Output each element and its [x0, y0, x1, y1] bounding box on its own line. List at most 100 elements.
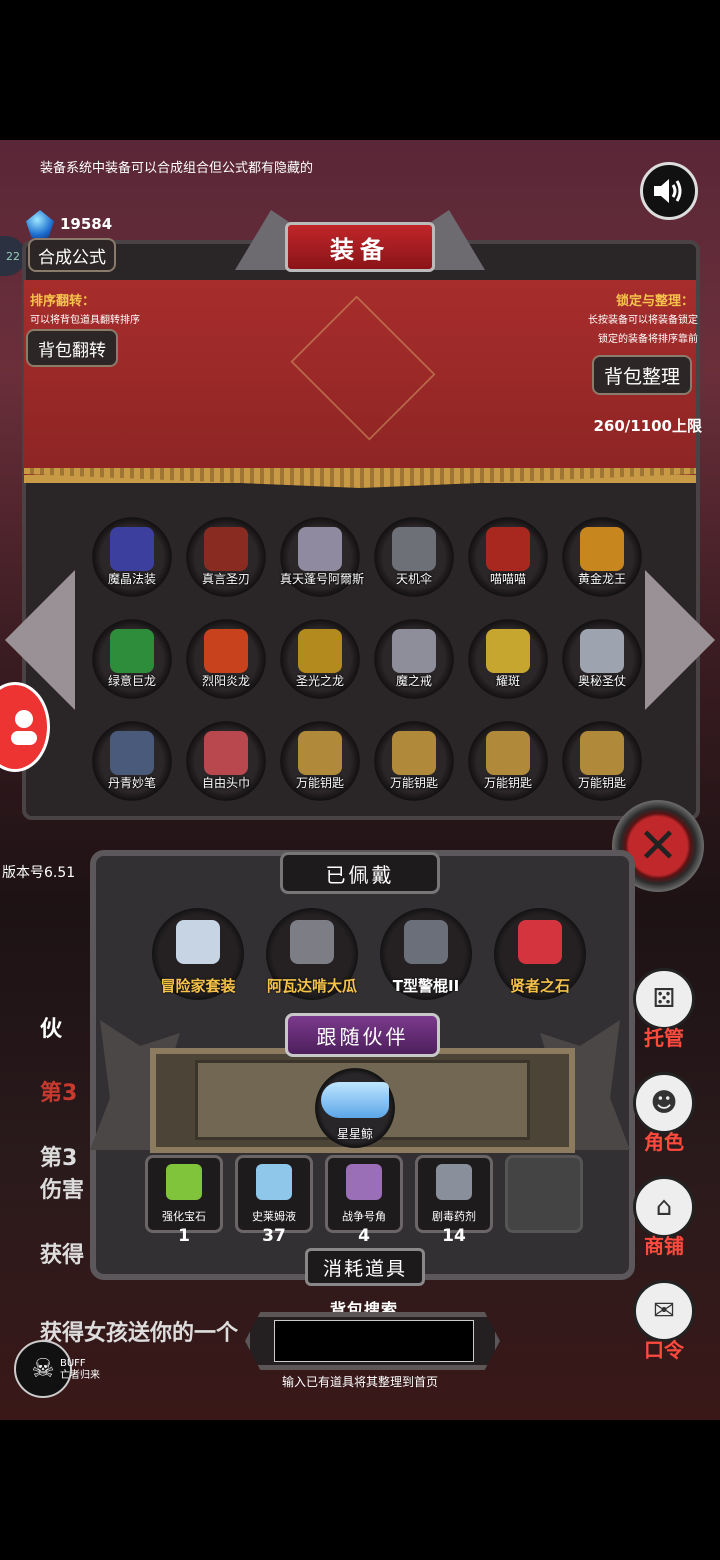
side-menu-auto[interactable]: ⚄ 托管: [630, 968, 698, 1051]
consumable-row: 强化宝石 1 史莱姆液 37 战争号角 4 剧毒药剂 14: [145, 1155, 583, 1246]
side-menu-label: 口令: [644, 1338, 684, 1362]
inventory-slot[interactable]: 真天蓬号阿爾斯: [280, 517, 364, 597]
brush-icon: [110, 731, 154, 775]
gem-stone-icon: [518, 920, 562, 964]
panel-title: 装备: [285, 222, 435, 272]
close-icon: ✕: [637, 818, 679, 874]
inventory-slot[interactable]: 耀斑: [468, 619, 548, 699]
inventory-slot[interactable]: 天机伞: [374, 517, 454, 597]
equipped-items: 冒险家套装 阿瓦达啃大瓜 T型警棍II 贤者之石: [152, 908, 586, 1000]
side-menu-label: 托管: [644, 1026, 684, 1050]
buff-name: 亡者归来: [60, 1370, 100, 1381]
item-label: 丹青妙笔: [107, 776, 156, 790]
organize-bag-button[interactable]: 背包整理: [592, 355, 692, 395]
sort-info-desc: 可以将背包道具翻转排序: [30, 315, 140, 326]
buff-label: BUFF: [60, 1358, 86, 1369]
item-label: 黄金龙王: [577, 572, 626, 586]
item-label: 绿意巨龙: [107, 674, 156, 688]
consumable-slot[interactable]: 史莱姆液 37: [235, 1155, 313, 1246]
equipped-slot[interactable]: 冒险家套装: [152, 908, 244, 1000]
lock-info-desc: 长按装备可以将装备锁定: [588, 315, 698, 326]
gold-dragon-icon: [580, 527, 624, 571]
consumable-label: 史莱姆液: [252, 1210, 296, 1223]
consumable-slot[interactable]: 强化宝石 1: [145, 1155, 223, 1246]
item-label: 天机伞: [395, 572, 432, 586]
inventory-slot[interactable]: 圣光之龙: [280, 619, 360, 699]
inventory-slot[interactable]: 魔晶法装: [92, 517, 172, 597]
companion-name: 星星鲸: [336, 1127, 373, 1141]
chat-line: 获得女孩送你的一个: [40, 1321, 239, 1346]
side-menu-label: 角色: [644, 1130, 684, 1154]
sound-toggle-button[interactable]: [640, 162, 698, 220]
holy-dragon-icon: [298, 629, 342, 673]
buff-status: BUFF 亡者归来: [60, 1358, 100, 1382]
equipped-slot[interactable]: 贤者之石: [494, 908, 586, 1000]
inventory-slot[interactable]: 绿意巨龙: [92, 619, 172, 699]
consumable-slot[interactable]: 战争号角 4: [325, 1155, 403, 1246]
equipped-label: 冒险家套装: [160, 977, 236, 995]
speaker-icon: [654, 179, 682, 203]
chat-line: 伙: [40, 1017, 63, 1042]
side-menu-shop[interactable]: ⌂ 商铺: [630, 1176, 698, 1259]
consumable-qty: 1: [178, 1226, 190, 1246]
ring-icon: [392, 629, 436, 673]
potion-icon: [256, 1164, 292, 1200]
inventory-slot[interactable]: 万能钥匙: [280, 721, 360, 801]
baton-icon: [404, 920, 448, 964]
side-menu-label: 商铺: [644, 1234, 684, 1258]
item-label: 魔晶法装: [107, 572, 156, 586]
side-menu-role[interactable]: ☻ 角色: [630, 1072, 698, 1155]
item-label: 万能钥匙: [389, 776, 438, 790]
inventory-slot[interactable]: 喵喵喵: [468, 517, 548, 597]
inventory-slot[interactable]: 烈阳炎龙: [186, 619, 266, 699]
equipped-label: 阿瓦达啃大瓜: [266, 977, 357, 995]
user-icon: [11, 710, 37, 745]
consumable-slot[interactable]: 剧毒药剂 14: [415, 1155, 493, 1246]
key-icon: [486, 731, 530, 775]
inventory-slot[interactable]: 万能钥匙: [468, 721, 548, 801]
equipped-slot[interactable]: 阿瓦达啃大瓜: [266, 908, 358, 1000]
inventory-slot[interactable]: 自由头巾: [186, 721, 266, 801]
side-menu-code[interactable]: ✉ 口令: [630, 1280, 698, 1363]
item-label: 万能钥匙: [577, 776, 626, 790]
currency-amount: 19584: [60, 215, 113, 233]
formula-button[interactable]: 合成公式: [28, 238, 116, 272]
inventory-slot[interactable]: 万能钥匙: [374, 721, 454, 801]
axe-icon: [392, 527, 436, 571]
poison-icon: [436, 1164, 472, 1200]
diamond-icon: [26, 210, 54, 238]
item-label: 万能钥匙: [483, 776, 532, 790]
wizard-icon: [110, 527, 154, 571]
inventory-slot[interactable]: 奥秘圣仗: [562, 619, 642, 699]
item-label: 自由头巾: [201, 776, 250, 790]
empty-consumable-slot[interactable]: [505, 1155, 583, 1233]
bag-capacity: 260/1100上限: [593, 417, 702, 435]
key-icon: [580, 731, 624, 775]
staff-icon: [580, 629, 624, 673]
whale-icon: [321, 1082, 389, 1118]
equipped-label: T型警棍II: [392, 977, 460, 995]
equipped-label: 贤者之石: [509, 977, 570, 995]
item-label: 奥秘圣仗: [577, 674, 626, 688]
companion-slot[interactable]: 星星鲸: [315, 1068, 395, 1148]
item-label: 烈阳炎龙: [201, 674, 250, 688]
chat-line: 第3: [40, 1146, 78, 1171]
inventory-grid: 魔晶法装 真言圣刃 真天蓬号阿爾斯 天机伞 喵喵喵 黄金龙王绿意巨龙 烈阳炎龙 圣光之龙 魔之戒…: [92, 517, 642, 801]
inventory-slot[interactable]: 黄金龙王: [562, 517, 642, 597]
sort-info-title: 排序翻转：: [30, 294, 96, 309]
key-icon: [392, 731, 436, 775]
search-input[interactable]: [274, 1320, 474, 1362]
cat-knight-icon: [486, 527, 530, 571]
headscarf-icon: [204, 731, 248, 775]
dice-icon: ⚄: [633, 968, 695, 1030]
horn-icon: [346, 1164, 382, 1200]
inventory-slot[interactable]: 真言圣刃: [186, 517, 266, 597]
chat-line: 获得: [40, 1243, 85, 1268]
shop-icon: ⌂: [633, 1176, 695, 1238]
inventory-slot[interactable]: 万能钥匙: [562, 721, 642, 801]
inventory-slot[interactable]: 魔之戒: [374, 619, 454, 699]
inventory-slot[interactable]: 丹青妙笔: [92, 721, 172, 801]
flip-bag-button[interactable]: 背包翻转: [26, 329, 118, 367]
equipped-slot[interactable]: T型警棍II: [380, 908, 472, 1000]
lock-info-desc: 锁定的装备将排序靠前: [598, 334, 698, 345]
